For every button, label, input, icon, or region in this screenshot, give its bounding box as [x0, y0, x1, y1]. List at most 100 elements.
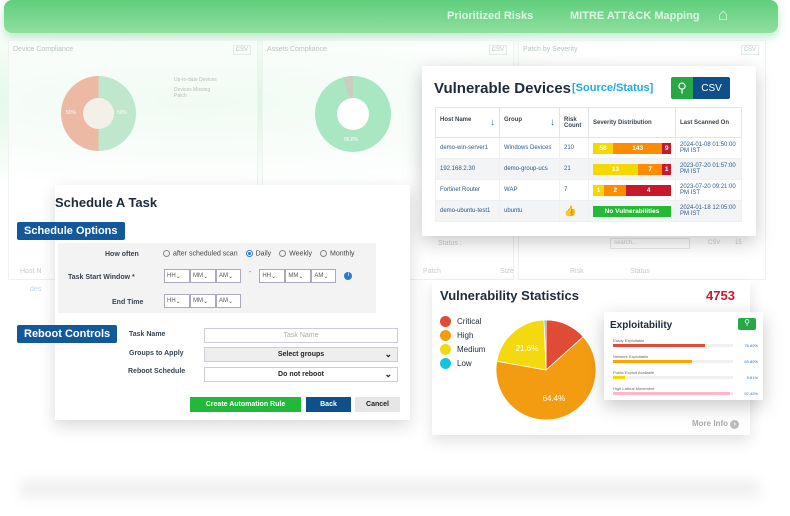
hour-select[interactable]: HH — [262, 273, 271, 279]
exploitability-value: 65.80% — [744, 359, 758, 364]
exploitability-value: 9.61% — [746, 375, 758, 380]
risk-cell: 210 — [559, 137, 589, 159]
more-info-link[interactable]: More Info › — [692, 419, 740, 429]
radio-icon[interactable] — [163, 250, 170, 257]
column-risk-count: Risk Count — [559, 107, 589, 138]
csv-button[interactable]: CSV — [693, 77, 730, 99]
host-name-link[interactable]: demo-ubuntu-test1 — [435, 200, 500, 222]
exploitability-label: Network Exploitable — [613, 354, 649, 359]
how-often-option[interactable]: after scheduled scan — [163, 250, 238, 257]
groups-select[interactable]: Select groups ⌄ — [204, 347, 398, 362]
csv-button[interactable]: CSV — [740, 45, 759, 55]
table-row[interactable]: 192.168.2.30 demo-group-ucs 21 13 7 1 2023-07-… — [435, 158, 742, 180]
how-often-option[interactable]: Daily — [245, 250, 272, 258]
chevron-down-icon: ⌄ — [384, 369, 392, 379]
how-often-option[interactable]: Monthly — [320, 250, 355, 257]
exploitability-label: Easily Exploitable — [613, 338, 645, 343]
hour-select[interactable]: HH — [167, 273, 176, 279]
home-icon[interactable]: ⌂ — [718, 5, 728, 25]
how-often-label: How often — [105, 251, 139, 258]
page-size-select[interactable]: 15 — [735, 240, 742, 246]
severity-bar: 13 7 1 — [593, 163, 672, 175]
group-link[interactable]: WAP — [499, 179, 560, 201]
column-header: Host N — [20, 268, 42, 275]
table-row[interactable]: demo-win-server1 Windows Devices 210 58 143 9… — [435, 137, 742, 159]
legend-swatch — [440, 329, 451, 341]
host-name-link[interactable]: demo-win-server1 — [435, 137, 500, 159]
severity-segment: 13 — [593, 163, 639, 175]
last-scanned: 2023-07-20 01:57:00 PM IST — [675, 158, 742, 180]
last-scanned: 2023-07-20 09:21:00 PM IST — [675, 179, 742, 201]
risk-cell: 21 — [559, 158, 589, 180]
top-nav-bar: Prioritized Risks MITRE ATT&CK Mapping ⌂ — [4, 0, 778, 33]
search-icon[interactable]: ⚲ — [671, 77, 693, 99]
minute-select[interactable]: MM — [193, 298, 203, 304]
legend-item: High — [440, 328, 485, 342]
how-often-option[interactable]: Weekly — [279, 250, 312, 257]
row-link: des — [30, 286, 42, 293]
pie-data-label: 21.6% — [516, 344, 539, 353]
severity-bar: 124 — [593, 184, 671, 196]
ampm-select[interactable]: AM — [314, 273, 323, 279]
minute-select[interactable]: MM — [288, 273, 298, 279]
group-link[interactable]: ubuntu — [499, 200, 560, 222]
task-name-input[interactable]: Task Name — [204, 328, 398, 343]
sort-icon[interactable]: ↓ — [550, 117, 555, 128]
thumbs-up-icon: 👍 — [564, 205, 577, 217]
option-label: after scheduled scan — [173, 250, 238, 258]
ampm-select[interactable]: AM — [219, 298, 228, 304]
severity-segment: 4 — [626, 184, 671, 196]
severity-segment: 1 — [593, 184, 605, 196]
sort-down-icon[interactable]: ↓ — [490, 117, 495, 128]
column-host-name[interactable]: Host Name — [440, 117, 471, 123]
ampm-select[interactable]: AM — [219, 273, 228, 279]
arrow-right-icon: › — [730, 420, 740, 429]
exploitability-bar — [613, 392, 733, 395]
background-search-input[interactable]: search... — [610, 238, 690, 249]
column-group[interactable]: Group — [504, 117, 522, 123]
minute-select[interactable]: MM — [193, 273, 203, 279]
vulnerability-pie-chart: 64.4% 21.6% — [495, 319, 597, 421]
severity-bar: 58 143 9 — [593, 142, 671, 154]
source-status-link[interactable]: [Source/Status] — [572, 82, 653, 94]
severity-segment: 2 — [604, 184, 627, 196]
back-button[interactable]: Back — [306, 397, 351, 412]
group-link[interactable]: demo-group-ucs — [499, 158, 560, 180]
legend-label: Medium — [457, 344, 486, 354]
groups-label: Groups to Apply — [129, 350, 184, 357]
radio-icon[interactable] — [320, 250, 327, 257]
vulnerable-devices-table: Host Name ↓ Group ↓ Risk Count Severity … — [435, 107, 742, 222]
chevron-down-icon: ⌄ — [384, 349, 392, 359]
radio-icon[interactable] — [245, 250, 253, 257]
pie-data-label: 64.4% — [543, 394, 566, 403]
exploitability-bar — [613, 360, 733, 363]
severity-segment: 7 — [638, 163, 663, 175]
csv-button[interactable]: CSV — [232, 45, 251, 55]
shadow — [20, 480, 760, 498]
info-icon[interactable]: i — [344, 272, 353, 280]
cancel-button[interactable]: Cancel — [355, 397, 400, 412]
dialog-title: Schedule A Task — [55, 195, 158, 210]
option-label: Daily — [255, 250, 272, 258]
legend-item: Critical — [440, 314, 485, 328]
table-row[interactable]: Fortinet Router WAP 7 1 2 4 2023-07-20 09:21:0… — [435, 179, 742, 201]
csv-button[interactable]: CSV — [488, 45, 507, 55]
group-link[interactable]: Windows Devices — [499, 137, 560, 159]
create-automation-rule-button[interactable]: Create Automation Rule — [190, 397, 301, 412]
panel-title: Assets Compliance — [267, 46, 327, 53]
host-name-link[interactable]: 192.168.2.30 — [435, 158, 500, 180]
panel-title: Device Compliance — [13, 46, 74, 53]
nav-prioritized-risks[interactable]: Prioritized Risks — [447, 10, 533, 22]
radio-icon[interactable] — [279, 250, 287, 257]
reboot-schedule-select[interactable]: Do not reboot ⌄ — [204, 367, 398, 382]
column-header: Status — [630, 268, 650, 275]
search-icon[interactable]: ⚲ — [738, 318, 756, 330]
legend-swatch — [440, 343, 451, 355]
csv-button[interactable]: CSV — [708, 240, 720, 246]
hour-select[interactable]: HH — [167, 298, 176, 304]
host-name-link[interactable]: Fortinet Router — [435, 179, 500, 201]
table-row[interactable]: demo-ubuntu-test1 ubuntu 👍 No Vulnerabiliti… — [435, 200, 742, 222]
legend-label: Low — [457, 358, 472, 368]
donut-label: 50% — [66, 110, 77, 116]
nav-mitre-attack[interactable]: MITRE ATT&CK Mapping — [570, 10, 700, 22]
